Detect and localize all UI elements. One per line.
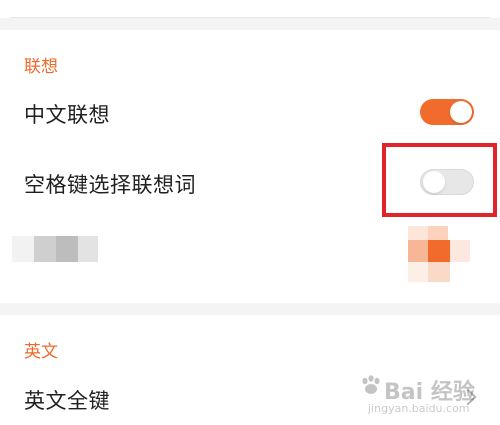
chinese-association-label: 中文联想: [24, 103, 110, 127]
highlight-annotation-box: [382, 143, 497, 217]
space-select-association-label: 空格键选择联想词: [24, 173, 196, 197]
english-full-keyboard-label[interactable]: 英文全键: [24, 385, 110, 415]
divider: [10, 17, 490, 18]
chinese-association-toggle[interactable]: [420, 99, 474, 125]
toggle-knob: [450, 101, 472, 123]
watermark-url: jingyan.baidu.com: [368, 402, 470, 415]
english-section-title: 英文: [24, 342, 58, 362]
paw-icon: [362, 375, 380, 394]
previous-section-panel: [0, 0, 500, 18]
association-section-title: 联想: [24, 57, 58, 77]
watermark: Bai 经验 jingyan.baidu.com: [360, 368, 485, 416]
